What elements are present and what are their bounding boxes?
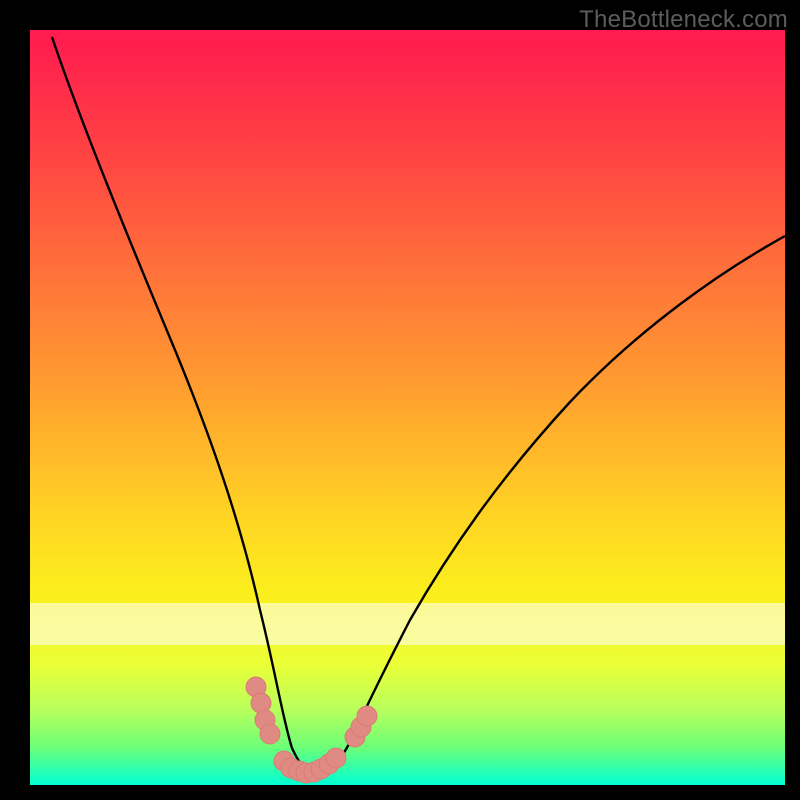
chart-frame: TheBottleneck.com — [0, 0, 800, 800]
curve-layer — [30, 30, 785, 785]
bottleneck-curve — [52, 37, 785, 774]
marker-group — [246, 677, 377, 783]
plot-area — [30, 30, 785, 785]
watermark-text: TheBottleneck.com — [579, 6, 788, 34]
